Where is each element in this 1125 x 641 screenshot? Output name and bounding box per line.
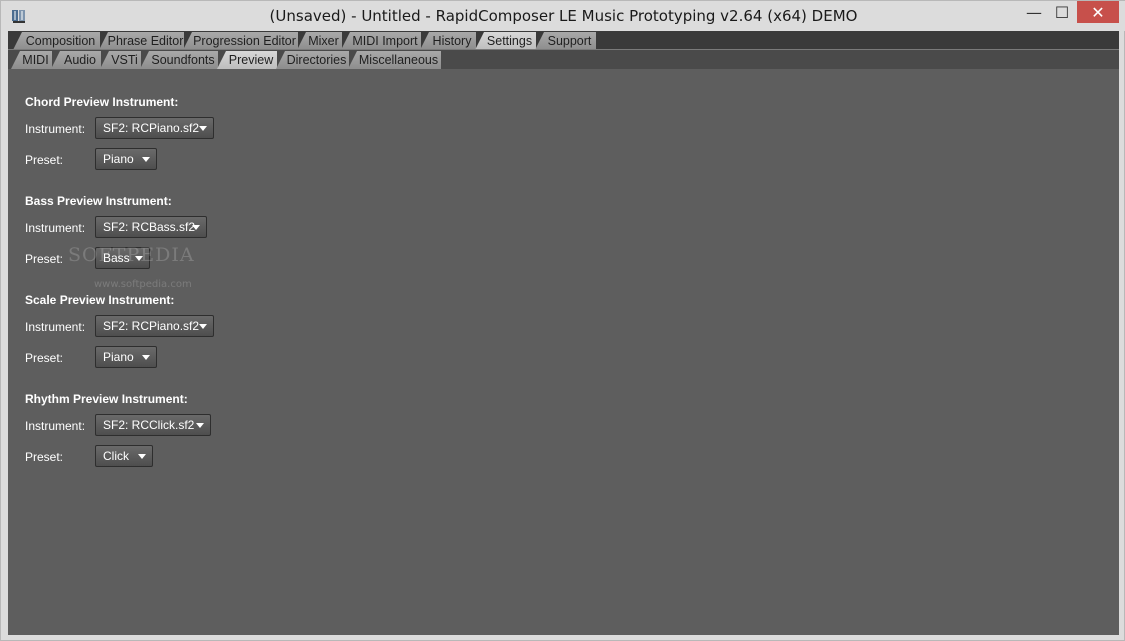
bass-preset-label: Preset:	[25, 252, 64, 266]
subtab-midi[interactable]: MIDI	[11, 51, 52, 69]
subtab-directories[interactable]: Directories	[276, 51, 349, 69]
tab-progression-editor[interactable]: Progression Editor	[183, 32, 298, 50]
chord-instrument-value: SF2: RCPiano.sf2	[103, 121, 200, 135]
subtab-preview[interactable]: Preview	[217, 51, 277, 69]
scale-preview-title: Scale Preview Instrument:	[25, 293, 175, 307]
chord-preset-label: Preset:	[25, 153, 64, 167]
rhythm-instrument-label: Instrument:	[25, 419, 86, 433]
chevron-down-icon	[199, 324, 207, 329]
settings-sub-tab-bar: MIDI Audio VSTi Soundfonts Preview Direc…	[8, 50, 1119, 69]
chord-instrument-dropdown[interactable]: SF2: RCPiano.sf2	[95, 117, 214, 139]
chevron-down-icon	[199, 126, 207, 131]
subtab-miscellaneous[interactable]: Miscellaneous	[348, 51, 441, 69]
rhythm-preset-dropdown[interactable]: Click	[95, 445, 153, 467]
chevron-down-icon	[196, 423, 204, 428]
subtab-soundfonts[interactable]: Soundfonts	[140, 51, 218, 69]
close-button[interactable]: ✕	[1077, 1, 1119, 23]
client-area: Composition Phrase Editor Progression Ed…	[8, 31, 1119, 635]
scale-instrument-label: Instrument:	[25, 320, 86, 334]
tab-phrase-editor[interactable]: Phrase Editor	[99, 32, 184, 50]
scale-preset-label: Preset:	[25, 351, 64, 365]
tab-mixer[interactable]: Mixer	[297, 32, 342, 50]
bass-instrument-value: SF2: RCBass.sf2	[103, 220, 196, 234]
chevron-down-icon	[192, 225, 200, 230]
bass-preview-title: Bass Preview Instrument:	[25, 194, 172, 208]
minimize-button[interactable]: —	[1019, 1, 1049, 23]
bass-instrument-dropdown[interactable]: SF2: RCBass.sf2	[95, 216, 207, 238]
tab-midi-import[interactable]: MIDI Import	[341, 32, 421, 50]
title-bar: (Unsaved) - Untitled - RapidComposer LE …	[1, 1, 1125, 31]
tab-settings[interactable]: Settings	[475, 32, 536, 50]
rhythm-instrument-dropdown[interactable]: SF2: RCClick.sf2	[95, 414, 211, 436]
softpedia-watermark-url: www.softpedia.com	[94, 279, 192, 290]
chord-preset-value: Piano	[103, 152, 134, 166]
chord-instrument-label: Instrument:	[25, 122, 86, 136]
softpedia-watermark: SOFTPEDIA	[68, 244, 195, 266]
rhythm-preset-value: Click	[103, 449, 129, 463]
rhythm-instrument-value: SF2: RCClick.sf2	[103, 418, 195, 432]
rhythm-preview-title: Rhythm Preview Instrument:	[25, 392, 188, 406]
chord-preset-dropdown[interactable]: Piano	[95, 148, 157, 170]
scale-instrument-value: SF2: RCPiano.sf2	[103, 319, 200, 333]
rhythm-preset-label: Preset:	[25, 450, 64, 464]
subtab-vsti[interactable]: VSTi	[100, 51, 141, 69]
window-title: (Unsaved) - Untitled - RapidComposer LE …	[269, 7, 858, 25]
subtab-audio[interactable]: Audio	[51, 51, 101, 69]
scale-instrument-dropdown[interactable]: SF2: RCPiano.sf2	[95, 315, 214, 337]
tab-support[interactable]: Support	[535, 32, 596, 50]
preview-settings-panel: Chord Preview Instrument: Instrument: SF…	[8, 69, 1119, 635]
bass-instrument-label: Instrument:	[25, 221, 86, 235]
chevron-down-icon	[138, 454, 146, 459]
main-tab-bar: Composition Phrase Editor Progression Ed…	[8, 31, 1119, 50]
chord-preview-title: Chord Preview Instrument:	[25, 95, 179, 109]
scale-preset-dropdown[interactable]: Piano	[95, 346, 157, 368]
tab-history[interactable]: History	[420, 32, 476, 50]
app-window: (Unsaved) - Untitled - RapidComposer LE …	[0, 0, 1125, 641]
tab-composition[interactable]: Composition	[13, 32, 100, 50]
maximize-button[interactable]: ☐	[1049, 1, 1075, 23]
chevron-down-icon	[142, 355, 150, 360]
scale-preset-value: Piano	[103, 350, 134, 364]
chevron-down-icon	[142, 157, 150, 162]
